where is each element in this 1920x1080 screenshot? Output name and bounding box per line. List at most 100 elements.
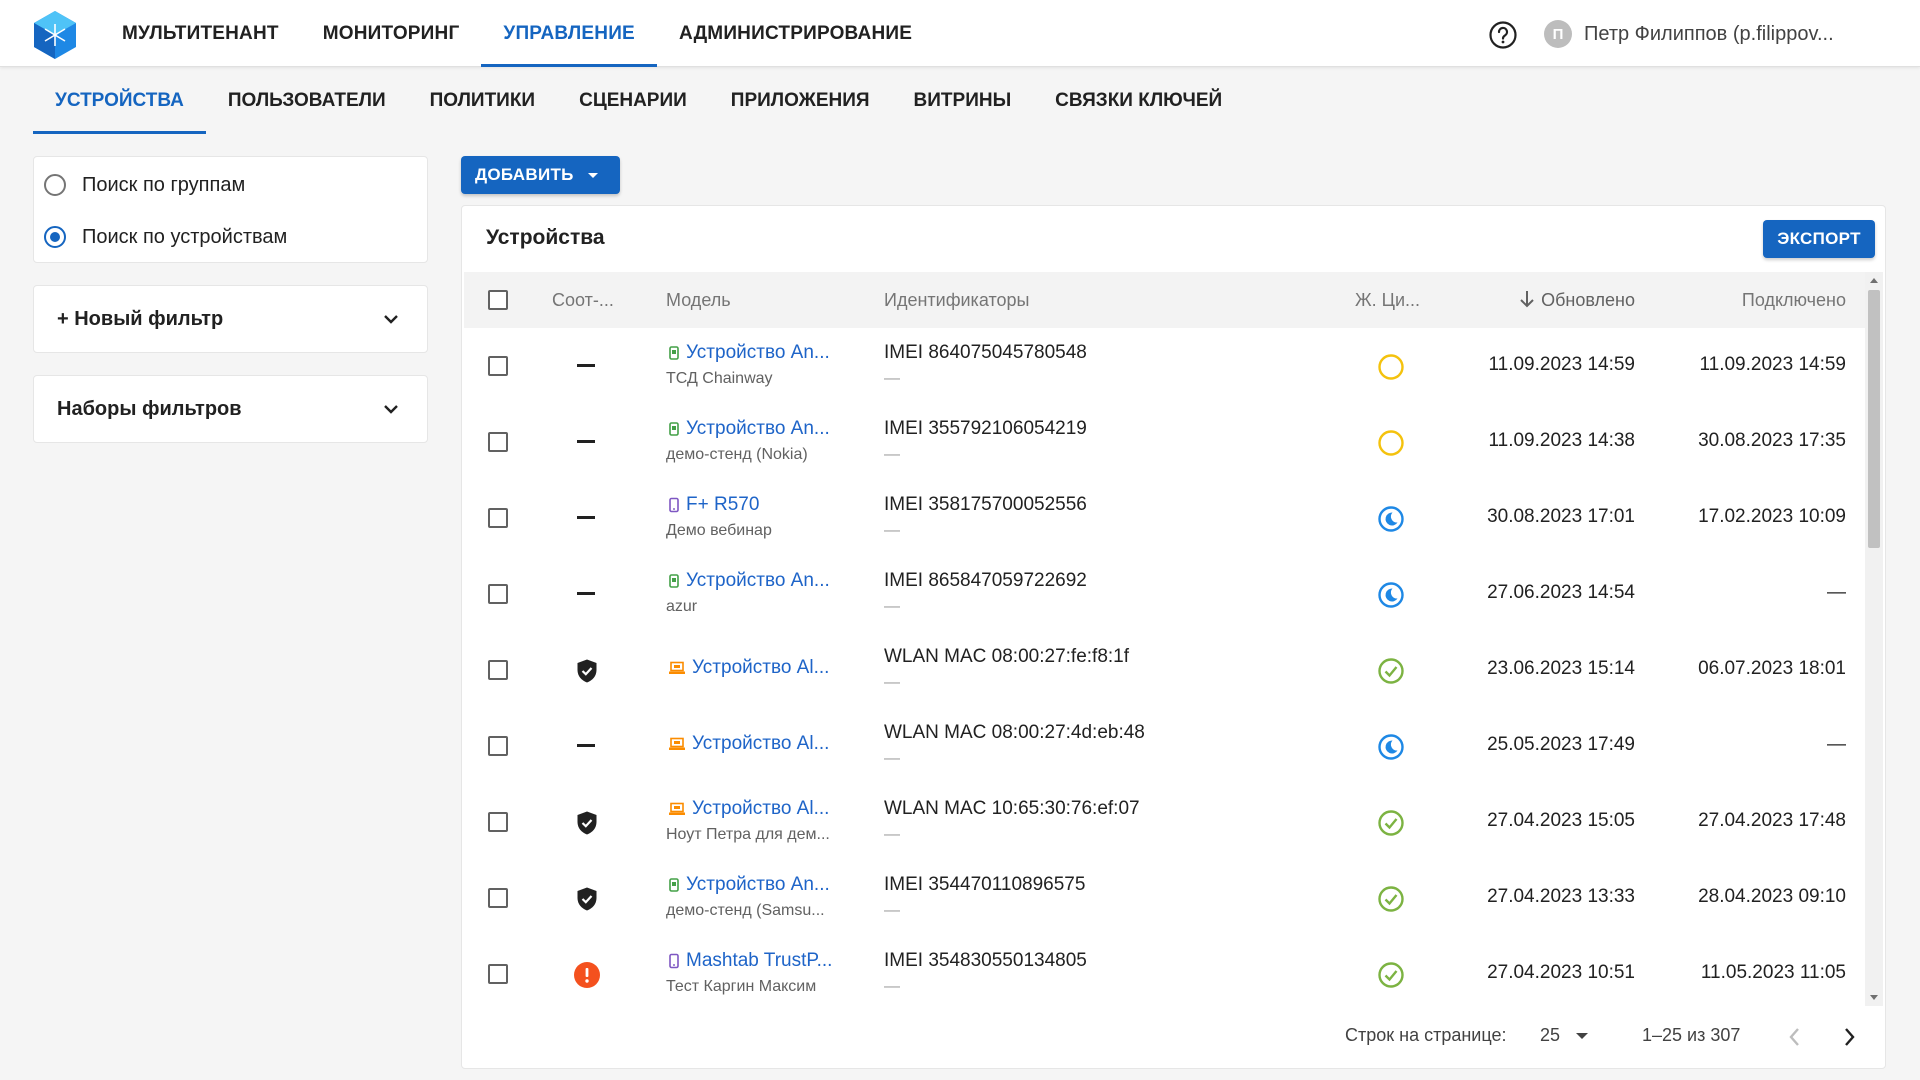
previous-page-icon[interactable] bbox=[1785, 1026, 1805, 1048]
device-model: Устройство Al... bbox=[692, 733, 830, 754]
device-identifier: WLAN MAC 08:00:27:fe:f8:1f bbox=[884, 646, 1130, 667]
tab-applications[interactable]: ПРИЛОЖЕНИЯ bbox=[709, 67, 892, 134]
nav-monitoring[interactable]: МОНИТОРИНГ bbox=[301, 0, 482, 67]
table-row[interactable]: F+ R570 Демо вебинар IMEI 358175700052556 —… bbox=[464, 480, 1865, 556]
table-row[interactable]: Устройство An... ТСД Chainway IMEI 8640750… bbox=[464, 328, 1865, 404]
search-by-devices-option[interactable]: Поиск по устройствам bbox=[34, 211, 427, 263]
device-model: F+ R570 bbox=[686, 494, 760, 515]
android-icon bbox=[669, 346, 679, 360]
updated-date: 30.08.2023 17:01 bbox=[1487, 506, 1635, 527]
scroll-down-arrow-icon[interactable] bbox=[1870, 995, 1878, 1000]
row-checkbox[interactable] bbox=[488, 812, 508, 832]
phone-icon bbox=[669, 953, 679, 969]
device-model-link[interactable]: Устройство Al... bbox=[668, 798, 829, 820]
search-by-groups-option[interactable]: Поиск по группам bbox=[34, 159, 427, 211]
tab-users[interactable]: ПОЛЬЗОВАТЕЛИ bbox=[206, 67, 408, 134]
device-model: Устройство Al... bbox=[692, 657, 830, 678]
next-page-icon[interactable] bbox=[1839, 1026, 1859, 1048]
nav-management[interactable]: УПРАВЛЕНИЕ bbox=[481, 0, 657, 67]
device-model-link[interactable]: Устройство Al... bbox=[668, 733, 829, 755]
main-nav: МУЛЬТИТЕНАНТ МОНИТОРИНГ УПРАВЛЕНИЕ АДМИН… bbox=[100, 0, 934, 67]
tab-policies[interactable]: ПОЛИТИКИ bbox=[408, 67, 557, 134]
new-filter-label: + Новый фильтр bbox=[57, 307, 224, 330]
device-identifier-secondary: — bbox=[884, 370, 900, 387]
app-logo-icon[interactable] bbox=[32, 10, 78, 60]
table-pagination: Строк на странице: 25 1–25 из 307 bbox=[462, 1006, 1885, 1068]
device-model: Устройство An... bbox=[686, 570, 830, 591]
table-row[interactable]: Устройство An... демо-стенд (Samsu... IMEI… bbox=[464, 860, 1865, 936]
row-checkbox[interactable] bbox=[488, 888, 508, 908]
updated-date: 11.09.2023 14:38 bbox=[1488, 430, 1635, 451]
device-model-link[interactable]: Устройство An... bbox=[668, 418, 830, 440]
status-none-icon bbox=[577, 592, 595, 595]
device-model-subtitle: azur bbox=[666, 598, 698, 615]
row-checkbox[interactable] bbox=[488, 356, 508, 376]
page-range: 1–25 из 307 bbox=[1642, 1025, 1741, 1045]
device-model-link[interactable]: Устройство Al... bbox=[668, 657, 829, 679]
tab-scenarios[interactable]: СЦЕНАРИИ bbox=[557, 67, 709, 134]
help-icon[interactable] bbox=[1488, 20, 1518, 50]
scroll-up-arrow-icon[interactable] bbox=[1870, 278, 1878, 283]
nav-multitenant[interactable]: МУЛЬТИТЕНАНТ bbox=[100, 0, 301, 67]
device-model-subtitle: демо-стенд (Samsu... bbox=[666, 902, 825, 919]
table-row[interactable]: Устройство An... демо-стенд (Nokia) IMEI 3… bbox=[464, 404, 1865, 480]
table-row[interactable]: Устройство Al... WLAN MAC 08:00:27:4d:eb:… bbox=[464, 708, 1865, 784]
filter-sets-accordion[interactable]: Наборы фильтров bbox=[34, 376, 427, 442]
vertical-scrollbar[interactable] bbox=[1865, 272, 1883, 1006]
table-row[interactable]: Mashtab TrustP... Тест Каргин Максим IMEI … bbox=[464, 936, 1865, 1006]
device-model-subtitle: ТСД Chainway bbox=[666, 370, 773, 387]
device-model-link[interactable]: Устройство An... bbox=[668, 874, 830, 896]
chevron-down-icon bbox=[384, 315, 398, 324]
table-row[interactable]: Устройство An... azur IMEI 865847059722692… bbox=[464, 556, 1865, 632]
search-by-groups-radio[interactable] bbox=[44, 174, 66, 196]
avatar: П bbox=[1544, 20, 1572, 48]
lifecycle-sleep-icon bbox=[1378, 506, 1404, 532]
lifecycle-ok-icon bbox=[1378, 810, 1404, 836]
table-row[interactable]: Устройство Al... Ноут Петра для дем... WLA… bbox=[464, 784, 1865, 860]
row-checkbox[interactable] bbox=[488, 660, 508, 680]
device-model-link[interactable]: Устройство An... bbox=[668, 570, 830, 592]
table-row[interactable]: Устройство Al... WLAN MAC 08:00:27:fe:f8:… bbox=[464, 632, 1865, 708]
user-menu[interactable]: П Петр Филиппов (p.filippov... bbox=[1544, 20, 1834, 48]
device-identifier-secondary: — bbox=[884, 598, 900, 615]
search-mode-panel: Поиск по группам Поиск по устройствам bbox=[33, 156, 428, 263]
select-all-checkbox[interactable] bbox=[488, 290, 508, 310]
column-status[interactable]: Соот-... bbox=[552, 290, 614, 311]
device-identifier-secondary: — bbox=[884, 902, 900, 919]
device-model: Устройство An... bbox=[686, 874, 830, 895]
column-lifecycle[interactable]: Ж. Ци... bbox=[1355, 290, 1420, 311]
rows-per-page-value: 25 bbox=[1540, 1025, 1561, 1045]
row-checkbox[interactable] bbox=[488, 508, 508, 528]
column-model[interactable]: Модель bbox=[666, 290, 731, 311]
column-identifiers[interactable]: Идентификаторы bbox=[884, 290, 1029, 311]
export-button[interactable]: ЭКСПОРТ bbox=[1763, 220, 1875, 258]
device-model-link[interactable]: Mashtab TrustP... bbox=[668, 950, 832, 972]
row-checkbox[interactable] bbox=[488, 964, 508, 984]
device-model-link[interactable]: F+ R570 bbox=[668, 494, 759, 516]
status-none-icon bbox=[577, 516, 595, 519]
tab-devices[interactable]: УСТРОЙСТВА bbox=[33, 67, 206, 134]
rows-per-page-select[interactable]: 25 bbox=[1540, 1025, 1590, 1046]
nav-administration[interactable]: АДМИНИСТРИРОВАНИЕ bbox=[657, 0, 934, 67]
alert-icon bbox=[574, 962, 600, 988]
laptop-icon bbox=[669, 661, 685, 674]
tab-keychains[interactable]: СВЯЗКИ КЛЮЧЕЙ bbox=[1033, 67, 1244, 134]
row-checkbox[interactable] bbox=[488, 584, 508, 604]
column-connected[interactable]: Подключено bbox=[1742, 290, 1846, 311]
add-button[interactable]: ДОБАВИТЬ bbox=[461, 156, 620, 194]
scrollbar-thumb[interactable] bbox=[1868, 290, 1880, 548]
column-updated[interactable]: Обновлено bbox=[1519, 290, 1635, 311]
tab-storefronts[interactable]: ВИТРИНЫ bbox=[892, 67, 1034, 134]
device-model-subtitle: демо-стенд (Nokia) bbox=[666, 446, 808, 463]
new-filter-accordion[interactable]: + Новый фильтр bbox=[34, 286, 427, 352]
row-checkbox[interactable] bbox=[488, 736, 508, 756]
updated-date: 27.04.2023 10:51 bbox=[1487, 962, 1635, 983]
search-by-devices-radio[interactable] bbox=[44, 226, 66, 248]
new-filter-panel: + Новый фильтр bbox=[33, 285, 428, 353]
device-model-link[interactable]: Устройство An... bbox=[668, 342, 830, 364]
device-identifier-secondary: — bbox=[884, 750, 900, 767]
device-model: Mashtab TrustP... bbox=[686, 950, 833, 971]
row-checkbox[interactable] bbox=[488, 432, 508, 452]
top-bar: МУЛЬТИТЕНАНТ МОНИТОРИНГ УПРАВЛЕНИЕ АДМИН… bbox=[0, 0, 1920, 67]
sub-nav: УСТРОЙСТВА ПОЛЬЗОВАТЕЛИ ПОЛИТИКИ СЦЕНАРИ… bbox=[33, 67, 1244, 134]
